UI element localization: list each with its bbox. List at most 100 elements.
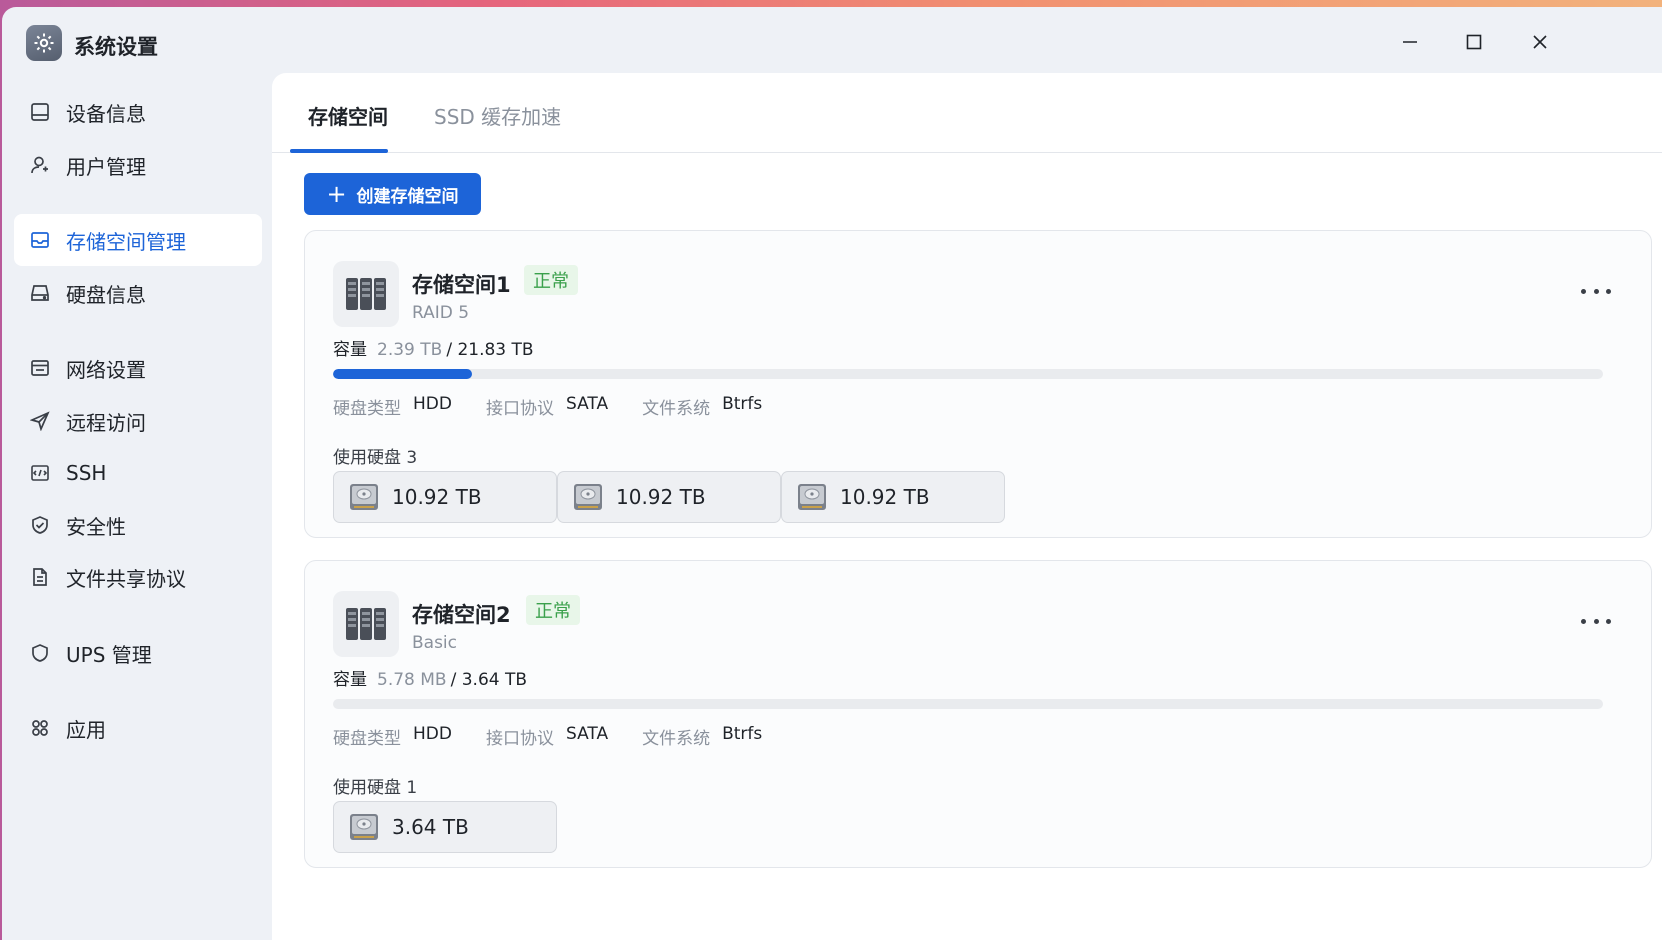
disk-size: 10.92 TB (616, 485, 706, 509)
sidebar-item-device-info[interactable]: 设备信息 (14, 86, 262, 138)
shield-icon (28, 641, 52, 665)
sidebar-item-file-sharing[interactable]: 文件共享协议 (14, 551, 262, 603)
dot-icon (1606, 288, 1611, 294)
capacity-label: 容量 (333, 340, 367, 360)
close-icon (1533, 35, 1547, 49)
capacity-used: 5.78 MB (377, 670, 447, 690)
sidebar-item-apps[interactable]: 应用 (14, 702, 262, 754)
disk-type-label: 硬盘类型 (333, 729, 401, 749)
more-options-button[interactable] (1581, 611, 1611, 631)
capacity-row: 容量 2.39 TB/ 21.83 TB (333, 335, 534, 360)
user-icon (28, 153, 52, 177)
dot-icon (1606, 618, 1611, 624)
disk-size: 10.92 TB (840, 485, 930, 509)
disk-type-value: HDD (413, 724, 452, 744)
disks-used-row: 使用硬盘 1 (333, 773, 417, 798)
disk-type-label: 硬盘类型 (333, 399, 401, 419)
maximize-icon (1466, 34, 1482, 50)
sidebar-item-security[interactable]: 安全性 (14, 499, 262, 551)
capacity-total: / 3.64 TB (450, 670, 528, 690)
document-icon (28, 565, 52, 589)
status-badge: 正常 (526, 595, 580, 625)
create-storage-button[interactable]: + 创建存储空间 (304, 173, 481, 215)
sidebar-item-remote-access[interactable]: 远程访问 (14, 395, 262, 447)
disk-chip[interactable]: 3.64 TB (333, 801, 557, 853)
sidebar-item-network-settings[interactable]: 网络设置 (14, 342, 262, 394)
disks-used-label: 使用硬盘 (333, 448, 401, 468)
capacity-used: 2.39 TB (377, 340, 443, 360)
hard-drive-icon (28, 281, 52, 305)
storage-icon (28, 228, 52, 252)
sidebar-item-label: 应用 (66, 717, 106, 742)
capacity-total: / 21.83 TB (446, 340, 534, 360)
minimize-icon (1403, 41, 1417, 43)
storage-pool-card: 存储空间2 正常 Basic 容量 5.78 MB/ 3.64 TB 硬盘类型 H… (304, 560, 1652, 868)
interface-label: 接口协议 (485, 399, 554, 419)
server-rack-icon (333, 591, 399, 657)
disks-used-label: 使用硬盘 (333, 778, 401, 798)
active-tab-indicator (290, 149, 388, 153)
hdd-icon (574, 484, 602, 510)
server-rack-icon (333, 261, 399, 327)
disk-chip[interactable]: 10.92 TB (333, 471, 557, 523)
close-button[interactable] (1520, 27, 1560, 57)
pool-meta: 硬盘类型 HDD 接口协议 SATA 文件系统 Btrfs (333, 724, 796, 749)
title-bar: 系统设置 (2, 7, 1662, 73)
sidebar-item-disk-info[interactable]: 硬盘信息 (14, 267, 262, 319)
sidebar-item-label: UPS 管理 (66, 642, 152, 667)
filesystem-value: Btrfs (722, 724, 763, 744)
disks-used-count: 1 (406, 778, 418, 798)
dot-icon (1593, 618, 1599, 624)
hdd-icon (798, 484, 826, 510)
tab-ssd-cache[interactable]: SSD 缓存加速 (434, 101, 561, 130)
settings-window: 系统设置 设备信息 用户管理 存储空间管理 硬盘信息 网络设置 远程访问 SSH… (2, 7, 1662, 940)
storage-pool-card: 存储空间1 正常 RAID 5 容量 2.39 TB/ 21.83 TB 硬盘类型… (304, 230, 1652, 538)
disk-size: 10.92 TB (392, 485, 482, 509)
capacity-bar-fill (333, 369, 473, 379)
pool-name: 存储空间1 (412, 273, 511, 297)
pool-name: 存储空间2 (412, 603, 511, 627)
disks-used-count: 3 (406, 448, 418, 468)
sidebar-item-label: 用户管理 (66, 154, 146, 179)
sidebar-item-label: 网络设置 (66, 357, 146, 382)
tab-bar: 存储空间 SSD 缓存加速 (272, 73, 1662, 153)
tab-storage-space[interactable]: 存储空间 (308, 101, 388, 130)
more-options-button[interactable] (1581, 281, 1611, 301)
sidebar-item-label: 存储空间管理 (66, 229, 186, 254)
pool-meta: 硬盘类型 HDD 接口协议 SATA 文件系统 Btrfs (333, 394, 796, 419)
filesystem-label: 文件系统 (642, 399, 711, 419)
raid-level: RAID 5 (412, 303, 470, 323)
status-badge: 正常 (524, 265, 578, 295)
capacity-label: 容量 (333, 670, 367, 690)
sidebar-item-ssh[interactable]: SSH (14, 447, 262, 499)
apps-icon (28, 716, 52, 740)
hdd-icon (350, 814, 378, 840)
dot-icon (1593, 288, 1599, 294)
disk-type-value: HDD (413, 394, 452, 414)
sidebar-item-user-management[interactable]: 用户管理 (14, 139, 262, 191)
sidebar-item-label: SSH (66, 461, 107, 485)
interface-value: SATA (565, 724, 609, 744)
raid-level: Basic (412, 633, 458, 653)
monitor-icon (28, 100, 52, 124)
app-title: 系统设置 (74, 35, 158, 59)
capacity-bar (333, 699, 1603, 709)
sidebar-item-ups-management[interactable]: UPS 管理 (14, 627, 262, 679)
sidebar-item-label: 硬盘信息 (66, 282, 146, 307)
filesystem-label: 文件系统 (642, 729, 711, 749)
sidebar: 设备信息 用户管理 存储空间管理 硬盘信息 网络设置 远程访问 SSH 安全性 … (2, 73, 274, 940)
minimize-button[interactable] (1390, 27, 1430, 57)
capacity-bar (333, 369, 1603, 379)
main-panel: 存储空间 SSD 缓存加速 + 创建存储空间 存储空间1 正常 RAID 5 容… (272, 73, 1662, 940)
terminal-icon (28, 461, 52, 485)
send-icon (28, 409, 52, 433)
disk-chip[interactable]: 10.92 TB (781, 471, 1005, 523)
disk-chip[interactable]: 10.92 TB (557, 471, 781, 523)
sidebar-item-label: 设备信息 (66, 101, 146, 126)
sidebar-item-label: 安全性 (66, 514, 126, 539)
disks-used-row: 使用硬盘 3 (333, 443, 417, 468)
sidebar-item-storage-management[interactable]: 存储空间管理 (14, 214, 262, 266)
interface-value: SATA (565, 394, 609, 414)
capacity-row: 容量 5.78 MB/ 3.64 TB (333, 665, 527, 690)
maximize-button[interactable] (1454, 27, 1494, 57)
